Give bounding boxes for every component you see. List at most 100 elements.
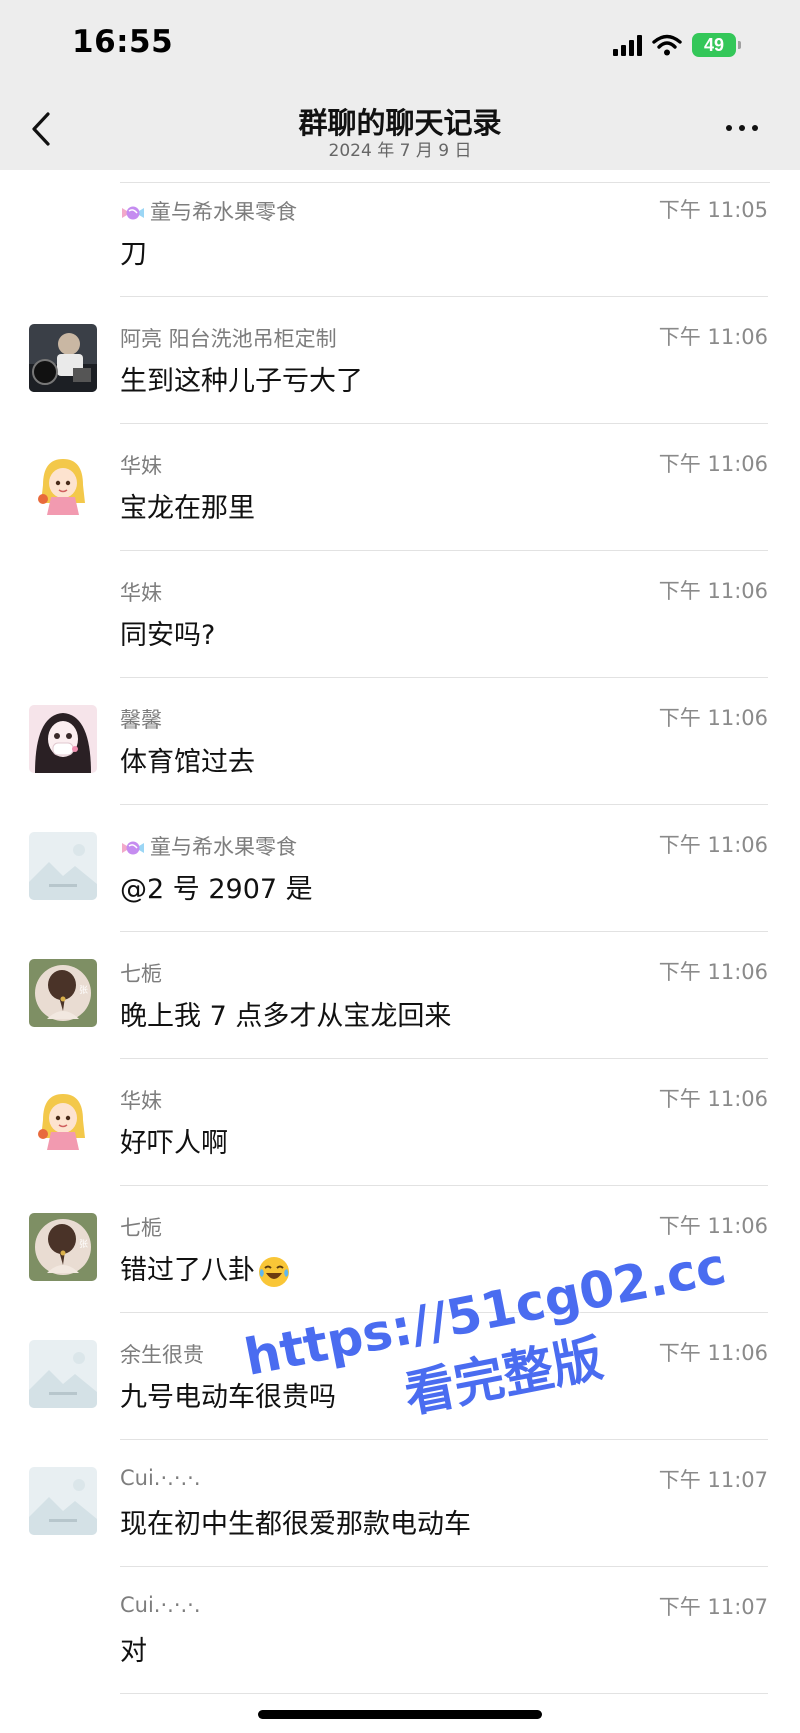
svg-text:张: 张 — [79, 985, 88, 996]
sender-name-text: 余生很贵 — [120, 1343, 204, 1367]
message-row[interactable]: 张 七栀 下午 11:06 晚上我 7 点多才从宝龙回来 — [0, 932, 800, 1059]
sender-name: 童与希水果零食 — [120, 831, 297, 861]
sender-name-text: 童与希水果零食 — [150, 200, 297, 224]
message-row[interactable]: 华妹 下午 11:06 好吓人啊 — [0, 1059, 800, 1186]
message-text: @2 号 2907 是 — [120, 867, 313, 906]
avatar[interactable]: 张 — [29, 1213, 97, 1281]
top-bar: 16:55 49 群聊的聊天记录 2024 年 7 月 9 日 — [0, 0, 800, 170]
sender-name-text: 七栀 — [120, 962, 162, 986]
message-text-content: 对 — [120, 1636, 147, 1667]
message-row[interactable]: 华妹 下午 11:06 同安吗? — [0, 551, 800, 678]
sender-name-text: 童与希水果零食 — [150, 835, 297, 859]
message-text-content: 错过了八卦 — [120, 1255, 255, 1286]
svg-text:张: 张 — [79, 1239, 88, 1250]
page-subtitle-date: 2024 年 7 月 9 日 — [328, 141, 472, 161]
message-row[interactable]: 阿亮 阳台洗池吊柜定制 下午 11:06 生到这种儿子亏大了 — [0, 297, 800, 424]
sender-name-text: Cui.·.·.·. — [120, 1593, 201, 1617]
message-row[interactable]: 华妹 下午 11:06 宝龙在那里 — [0, 424, 800, 551]
message-time: 下午 11:06 — [658, 1341, 768, 1365]
divider — [120, 1693, 768, 1694]
message-text-content: 晚上我 7 点多才从宝龙回来 — [120, 1001, 452, 1032]
message-text-content: @2 号 2907 是 — [120, 874, 313, 905]
sender-name: 阿亮 阳台洗池吊柜定制 — [120, 323, 337, 353]
message-time: 下午 11:07 — [658, 1595, 768, 1619]
candy-icon — [122, 206, 144, 220]
avatar[interactable] — [29, 832, 97, 900]
sender-name-text: 华妹 — [120, 1089, 162, 1113]
sender-name: 童与希水果零食 — [120, 196, 297, 226]
status-icons: 49 — [613, 30, 741, 60]
avatar[interactable] — [29, 705, 97, 773]
message-row[interactable]: 童与希水果零食 下午 11:05 刀 — [0, 170, 800, 297]
message-time: 下午 11:06 — [658, 960, 768, 984]
message-text: 生到这种儿子亏大了 — [120, 359, 363, 398]
avatar[interactable] — [29, 1340, 97, 1408]
home-indicator[interactable] — [258, 1710, 542, 1719]
sender-name: 七栀 — [120, 958, 162, 988]
sender-name: 华妹 — [120, 450, 162, 480]
message-text-content: 同安吗? — [120, 620, 216, 651]
sender-name: 华妹 — [120, 1085, 162, 1115]
message-text-content: 好吓人啊 — [120, 1128, 228, 1159]
more-options-button[interactable] — [726, 120, 766, 136]
sender-name: 七栀 — [120, 1212, 162, 1242]
status-time: 16:55 — [72, 24, 174, 60]
message-time: 下午 11:06 — [658, 1087, 768, 1111]
message-text-content: 现在初中生都很爱那款电动车 — [120, 1509, 471, 1540]
message-time: 下午 11:06 — [658, 579, 768, 603]
message-text-content: 九号电动车很贵吗 — [120, 1382, 336, 1413]
candy-icon — [122, 841, 144, 855]
battery-icon: 49 — [692, 33, 741, 57]
message-text: 刀 — [120, 232, 147, 271]
message-text: 错过了八卦 — [120, 1248, 291, 1289]
message-text: 九号电动车很贵吗 — [120, 1375, 336, 1414]
dot-icon — [726, 125, 732, 131]
message-time: 下午 11:06 — [658, 706, 768, 730]
message-text: 好吓人啊 — [120, 1121, 228, 1160]
sender-name-text: 华妹 — [120, 454, 162, 478]
avatar[interactable]: 张 — [29, 959, 97, 1027]
message-time: 下午 11:06 — [658, 452, 768, 476]
sender-name-text: Cui.·.·.·. — [120, 1466, 201, 1490]
sender-name-text: 华妹 — [120, 581, 162, 605]
signal-icon — [613, 34, 642, 56]
avatar[interactable] — [29, 451, 97, 519]
message-row[interactable]: 童与希水果零食 下午 11:06 @2 号 2907 是 — [0, 805, 800, 932]
message-row[interactable]: Cui.·.·.·. 下午 11:07 现在初中生都很爱那款电动车 — [0, 1440, 800, 1567]
sender-name: Cui.·.·.·. — [120, 1466, 201, 1490]
dot-icon — [739, 125, 745, 131]
message-text: 晚上我 7 点多才从宝龙回来 — [120, 994, 451, 1033]
message-text-content: 宝龙在那里 — [120, 493, 255, 524]
message-text-content: 生到这种儿子亏大了 — [120, 366, 363, 397]
message-text: 宝龙在那里 — [120, 486, 255, 525]
message-time: 下午 11:05 — [658, 198, 768, 222]
message-text-content: 刀 — [120, 239, 147, 270]
avatar[interactable] — [29, 324, 97, 392]
message-row[interactable]: 馨馨 下午 11:06 体育馆过去 — [0, 678, 800, 805]
message-row[interactable]: Cui.·.·.·. 下午 11:07 对 — [0, 1567, 800, 1694]
avatar[interactable] — [29, 1467, 97, 1535]
message-time: 下午 11:06 — [658, 833, 768, 857]
message-text: 对 — [120, 1629, 147, 1668]
sender-name-text: 七栀 — [120, 1216, 162, 1240]
message-text-content: 体育馆过去 — [120, 747, 255, 778]
dot-icon — [752, 125, 758, 131]
message-row[interactable]: 余生很贵 下午 11:06 九号电动车很贵吗 — [0, 1313, 800, 1440]
message-time: 下午 11:06 — [658, 325, 768, 349]
sender-name: 馨馨 — [120, 704, 162, 734]
message-text: 现在初中生都很爱那款电动车 — [120, 1502, 471, 1541]
message-text: 体育馆过去 — [120, 740, 255, 779]
message-row[interactable]: 张 七栀 下午 11:06 错过了八卦 — [0, 1186, 800, 1313]
wifi-icon — [652, 34, 682, 56]
sender-name-text: 阿亮 阳台洗池吊柜定制 — [120, 327, 337, 351]
sender-name-text: 馨馨 — [120, 708, 162, 732]
message-time: 下午 11:06 — [658, 1214, 768, 1238]
chat-record-list[interactable]: 童与希水果零食 下午 11:05 刀阿亮 阳台洗池吊柜定制 下午 11:06 生到这种儿… — [0, 170, 800, 1694]
laughing-crying-icon — [259, 1256, 289, 1287]
message-time: 下午 11:07 — [658, 1468, 768, 1492]
message-text: 同安吗? — [120, 613, 215, 652]
sender-name: Cui.·.·.·. — [120, 1593, 201, 1617]
avatar[interactable] — [29, 1086, 97, 1154]
sender-name: 华妹 — [120, 577, 162, 607]
sender-name: 余生很贵 — [120, 1339, 204, 1369]
